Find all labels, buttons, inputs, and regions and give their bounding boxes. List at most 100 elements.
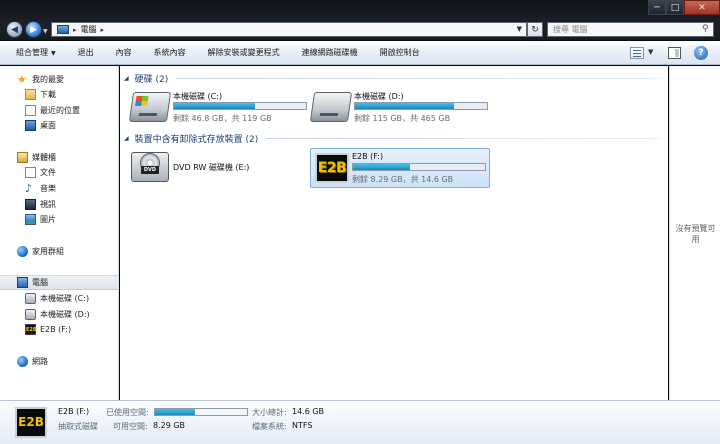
drive-usage-bar <box>354 102 488 110</box>
search-input[interactable] <box>547 22 714 37</box>
homegroup-icon <box>17 246 28 257</box>
drive-usage-bar <box>352 163 486 171</box>
drive-name: DVD RW 磁碟機 (E:) <box>173 163 250 172</box>
details-used-label: 已使用空間: <box>106 408 149 417</box>
details-free-value: 8.29 GB <box>153 421 186 430</box>
e2b-drive-icon: E2B <box>315 153 349 183</box>
drive-free-space: 剩餘 115 GB，共 465 GB <box>354 114 451 123</box>
nav-computer[interactable]: 電腦 <box>0 275 118 290</box>
group-divider <box>176 77 661 79</box>
system-properties-button[interactable]: 系統內容 <box>154 47 186 58</box>
breadcrumb-separator-end[interactable]: ▸ <box>101 26 105 34</box>
recent-places-icon <box>25 105 36 116</box>
search-icon[interactable]: ⚲ <box>702 24 712 35</box>
back-button[interactable]: ◀ <box>6 21 23 38</box>
no-preview-message: 沒有預覽可用 <box>675 224 716 244</box>
collapse-arrow-icon[interactable]: ◢ <box>124 135 129 142</box>
hard-drive-icon <box>25 293 36 304</box>
navigation-pane: ★ 我的最愛 下載 最近的位置 桌面 媒體櫃 文件 ♪ 音樂 視訊 圖片 家用群… <box>0 66 119 400</box>
drive-name: 本機磁碟 (C:) <box>173 92 223 101</box>
drive-tile-c[interactable]: 本機磁碟 (C:) 剩餘 46.8 GB，共 119 GB <box>123 88 307 126</box>
chevron-down-icon[interactable]: ▼ <box>648 48 653 56</box>
drive-name: 本機磁碟 (D:) <box>354 92 404 101</box>
organize-menu[interactable]: 組合管理 ▼ <box>16 47 56 58</box>
drive-free-space: 剩餘 8.29 GB，共 14.6 GB <box>352 175 454 184</box>
star-icon: ★ <box>17 73 27 86</box>
details-drive-type: 抽取式磁碟 <box>58 422 98 431</box>
forward-button[interactable]: ▶ <box>25 21 42 38</box>
nav-label: 桌面 <box>40 121 56 130</box>
nav-drive-f[interactable]: E2B E2B (F:) <box>0 322 118 337</box>
nav-music[interactable]: ♪ 音樂 <box>0 181 118 196</box>
details-free-label: 可用空間: <box>113 422 148 431</box>
minimize-button[interactable]: ─ <box>648 0 666 15</box>
preview-pane-icon[interactable] <box>668 47 681 59</box>
collapse-arrow-icon[interactable]: ◢ <box>124 75 129 82</box>
nav-libraries[interactable]: 媒體櫃 <box>0 150 118 165</box>
refresh-button[interactable]: ↻ <box>527 22 543 37</box>
nav-recent-places[interactable]: 最近的位置 <box>0 103 118 118</box>
drive-tile-f[interactable]: E2B E2B (F:) 剩餘 8.29 GB，共 14.6 GB <box>310 148 490 188</box>
nav-videos[interactable]: 視訊 <box>0 197 118 212</box>
drive-free-space: 剩餘 46.8 GB，共 119 GB <box>173 114 272 123</box>
breadcrumb-separator[interactable]: ▸ <box>73 26 77 34</box>
details-total-value: 14.6 GB <box>292 407 325 416</box>
open-control-panel-button[interactable]: 開啟控制台 <box>380 47 420 58</box>
group-header-hard-drives[interactable]: ◢ 硬碟 (2) <box>120 71 665 85</box>
nav-network[interactable]: 網路 <box>0 354 118 369</box>
breadcrumb-computer[interactable]: 電腦 <box>81 24 97 35</box>
nav-pictures[interactable]: 圖片 <box>0 212 118 227</box>
nav-label: 音樂 <box>40 184 56 193</box>
uninstall-program-button[interactable]: 解除安裝或變更程式 <box>208 47 280 58</box>
address-dropdown-icon[interactable]: ▼ <box>517 25 522 33</box>
nav-label: 媒體櫃 <box>32 153 56 162</box>
e2b-drive-icon: E2B <box>25 324 37 335</box>
downloads-folder-icon <box>25 89 36 100</box>
nav-downloads[interactable]: 下載 <box>0 87 118 102</box>
nav-label: 本機磁碟 (C:) <box>40 294 90 303</box>
nav-favorites[interactable]: ★ 我的最愛 <box>0 72 118 87</box>
nav-label: 本機磁碟 (D:) <box>40 310 90 319</box>
drive-tile-d[interactable]: 本機磁碟 (D:) 剩餘 115 GB，共 465 GB <box>304 88 488 126</box>
nav-label: 網路 <box>32 357 48 366</box>
maximize-button[interactable]: □ <box>666 0 684 15</box>
chevron-down-icon: ▼ <box>51 50 56 57</box>
nav-documents[interactable]: 文件 <box>0 165 118 180</box>
nav-label: 最近的位置 <box>40 106 80 115</box>
nav-desktop[interactable]: 桌面 <box>0 118 118 133</box>
nav-drive-c[interactable]: 本機磁碟 (C:) <box>0 291 118 306</box>
view-options-icon[interactable] <box>630 47 644 59</box>
group-title: 裝置中含有卸除式存放裝置 (2) <box>134 134 259 145</box>
computer-icon <box>17 277 28 288</box>
dvd-logo: DVD <box>141 166 159 174</box>
nav-label: 視訊 <box>40 200 56 209</box>
group-title: 硬碟 (2) <box>134 74 169 85</box>
videos-icon <box>25 199 36 210</box>
nav-label: 文件 <box>40 168 56 177</box>
nav-label: E2B (F:) <box>40 325 72 334</box>
nav-homegroup[interactable]: 家用群組 <box>0 244 118 259</box>
windows-drive-icon <box>128 92 172 122</box>
recent-pages-dropdown[interactable]: ▼ <box>43 28 48 35</box>
dvd-drive-icon: DVD <box>131 152 169 182</box>
network-icon <box>17 356 28 367</box>
close-button[interactable]: ✕ <box>684 0 720 15</box>
hard-drive-icon <box>309 92 353 122</box>
help-icon[interactable]: ? <box>694 46 708 60</box>
details-fs-label: 檔案系統: <box>252 422 287 431</box>
group-header-removable[interactable]: ◢ 裝置中含有卸除式存放裝置 (2) <box>120 131 665 145</box>
address-bar[interactable]: ▸ 電腦 ▸ ▼ <box>51 22 527 37</box>
map-network-drive-button[interactable]: 連線網路磁碟機 <box>302 47 358 58</box>
nav-label: 電腦 <box>32 278 48 287</box>
eject-button[interactable]: 退出 <box>78 47 94 58</box>
drive-tile-e[interactable]: DVD DVD RW 磁碟機 (E:) <box>123 148 298 186</box>
drive-name: E2B (F:) <box>352 152 384 161</box>
details-usage-bar <box>154 408 248 416</box>
e2b-drive-icon: E2B <box>15 407 47 438</box>
nav-label: 圖片 <box>40 215 56 224</box>
desktop-icon <box>25 120 36 131</box>
command-bar: 組合管理 ▼ 退出 內容 系統內容 解除安裝或變更程式 連線網路磁碟機 開啟控制台 <box>0 41 720 65</box>
hard-drive-icon <box>25 309 36 320</box>
properties-button[interactable]: 內容 <box>116 47 132 58</box>
nav-drive-d[interactable]: 本機磁碟 (D:) <box>0 307 118 322</box>
